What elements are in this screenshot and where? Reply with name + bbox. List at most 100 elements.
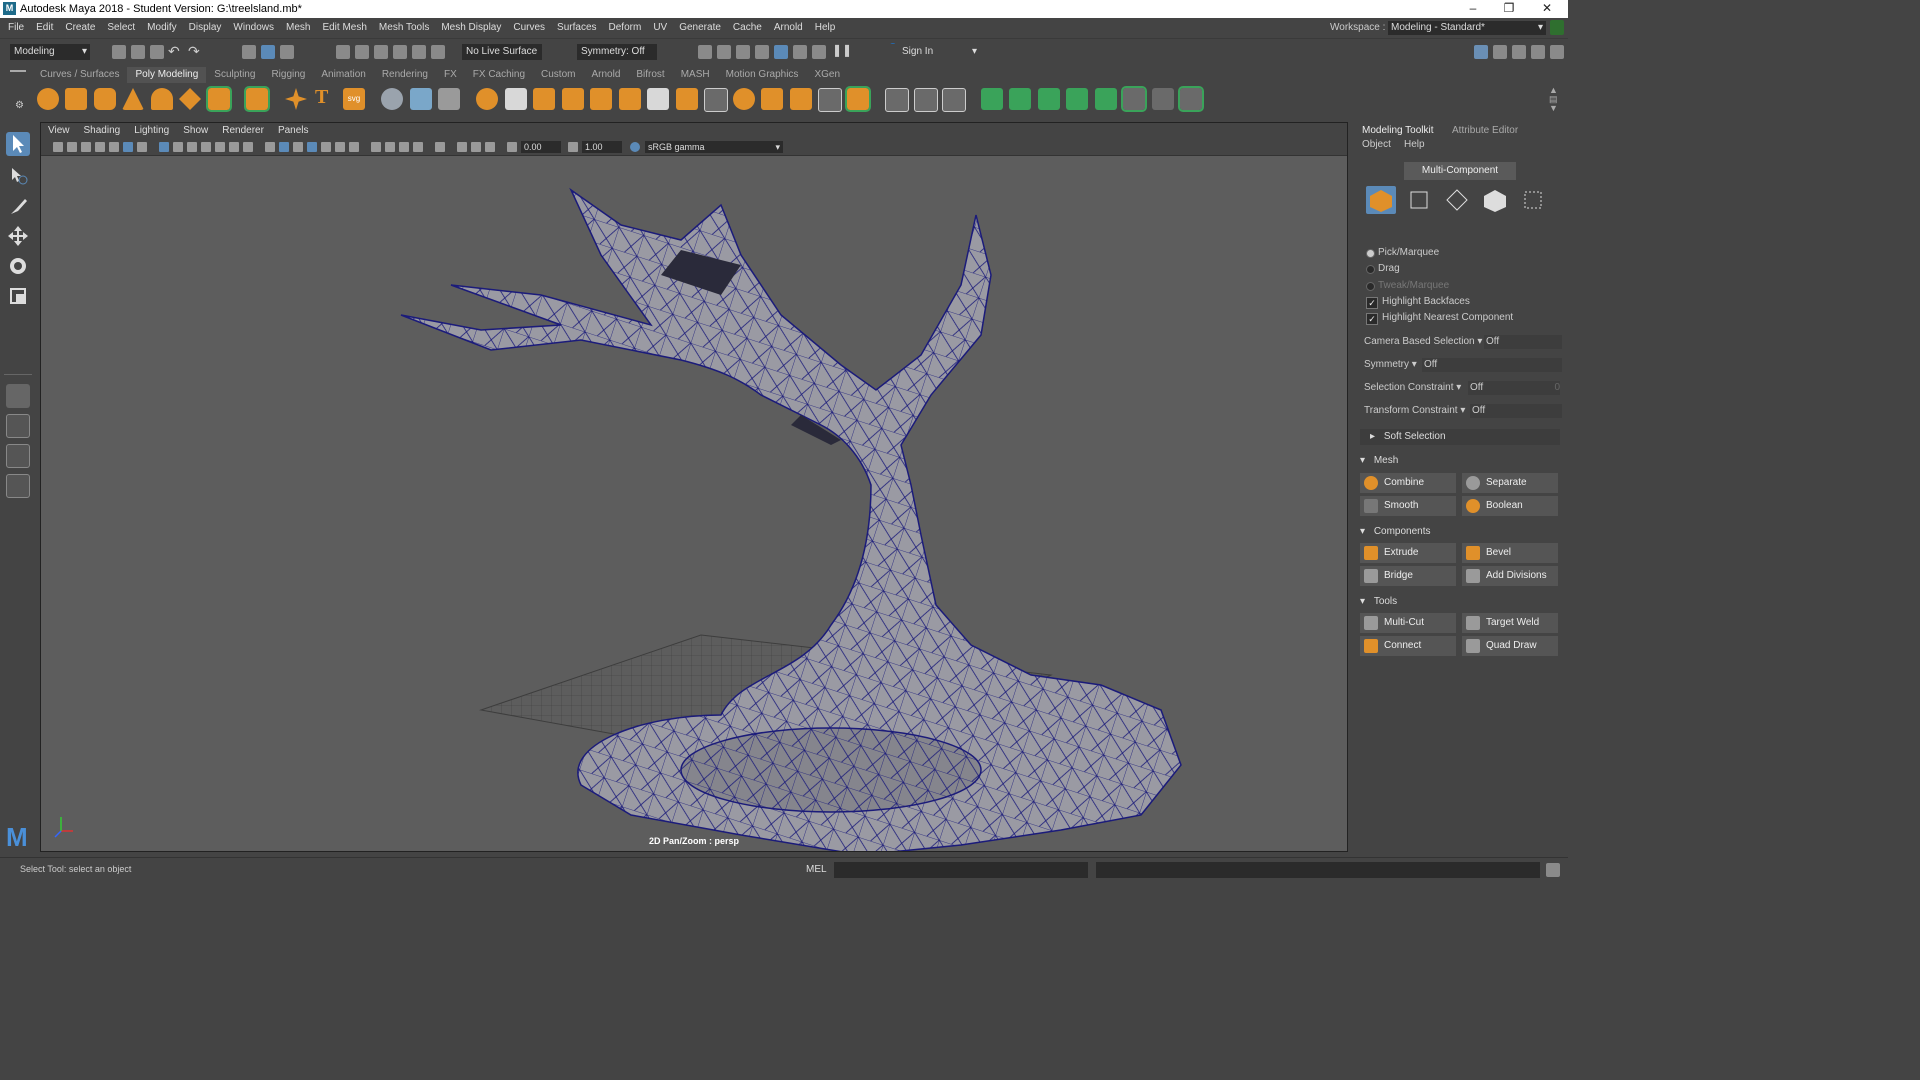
- fill-hole-icon[interactable]: [619, 88, 641, 110]
- viewport-menu-shading[interactable]: Shading: [77, 123, 128, 139]
- exposure-field[interactable]: 0.00: [521, 141, 561, 153]
- pause-icon[interactable]: ❚❚: [832, 43, 852, 57]
- poly-torus-icon[interactable]: [151, 88, 173, 110]
- gate-mask-icon[interactable]: [187, 142, 197, 152]
- camera-based-selection-label[interactable]: Camera Based Selection ▾: [1364, 335, 1482, 349]
- object-mode-icon[interactable]: [1366, 186, 1396, 214]
- viewport-menu-panels[interactable]: Panels: [271, 123, 316, 139]
- resolution-gate-icon[interactable]: [173, 142, 183, 152]
- ipr-render-icon[interactable]: [736, 45, 750, 59]
- selection-constraint-label[interactable]: Selection Constraint ▾: [1364, 381, 1461, 395]
- snap-grid-icon[interactable]: [336, 45, 350, 59]
- wireframe-on-shaded-icon[interactable]: [307, 142, 317, 152]
- target-weld-button[interactable]: Target Weld: [1462, 613, 1558, 633]
- render-frame-icon[interactable]: [717, 45, 731, 59]
- live-surface-field[interactable]: No Live Surface: [462, 44, 542, 60]
- bridge-button[interactable]: Bridge: [1360, 566, 1456, 586]
- select-hierarchy-icon[interactable]: [242, 45, 256, 59]
- viewport[interactable]: View Shading Lighting Show Renderer Panels 0.: [40, 122, 1348, 852]
- minimize-button[interactable]: –: [1458, 0, 1488, 18]
- components-section-header[interactable]: ▾ Components: [1360, 524, 1560, 540]
- tab-mash[interactable]: MASH: [673, 67, 718, 83]
- 2d-pan-zoom-icon[interactable]: [109, 142, 119, 152]
- bookmark-icon[interactable]: [81, 142, 91, 152]
- pick-marquee-radio[interactable]: [1366, 249, 1375, 258]
- combine-shelf-icon[interactable]: [381, 88, 403, 110]
- viewport-menu-show[interactable]: Show: [176, 123, 215, 139]
- mel-label[interactable]: MEL: [806, 864, 827, 875]
- tab-arnold[interactable]: Arnold: [583, 67, 628, 83]
- highlight-backfaces-checkbox[interactable]: ✓: [1366, 297, 1378, 309]
- multi-cut-shelf-icon[interactable]: [704, 88, 728, 112]
- menu-surfaces[interactable]: Surfaces: [551, 18, 602, 38]
- shelf-settings-icon[interactable]: ⚙: [15, 100, 24, 111]
- transform-constraint-value[interactable]: Off: [1470, 404, 1562, 418]
- camera-attributes-icon[interactable]: [67, 142, 77, 152]
- shadows-icon[interactable]: [349, 142, 359, 152]
- rotate-tool-icon[interactable]: [6, 254, 30, 278]
- tools-section-header[interactable]: ▾ Tools: [1360, 594, 1560, 610]
- menu-mesh-display[interactable]: Mesh Display: [435, 18, 507, 38]
- new-scene-icon[interactable]: [112, 45, 126, 59]
- menu-curves[interactable]: Curves: [507, 18, 551, 38]
- snap-surface-icon[interactable]: [412, 45, 426, 59]
- svg-tool-icon[interactable]: svg: [343, 88, 365, 110]
- gamma-field[interactable]: 1.00: [582, 141, 622, 153]
- snap-point-icon[interactable]: [374, 45, 388, 59]
- shelf-scroll-icon[interactable]: ▲ ▤ ▼: [1549, 86, 1558, 113]
- menu-select[interactable]: Select: [101, 18, 141, 38]
- lights-icon[interactable]: [335, 142, 345, 152]
- menu-mesh[interactable]: Mesh: [280, 18, 316, 38]
- grease-pencil-icon[interactable]: [123, 142, 133, 152]
- smooth-button[interactable]: Smooth: [1360, 496, 1456, 516]
- scale-tool-icon[interactable]: [6, 284, 30, 308]
- menu-windows[interactable]: Windows: [227, 18, 280, 38]
- layers-toggle-icon[interactable]: [1550, 45, 1564, 59]
- uv-mode-icon[interactable]: [1518, 186, 1548, 214]
- xray-joints-icon[interactable]: [485, 142, 495, 152]
- tab-rigging[interactable]: Rigging: [263, 67, 313, 83]
- lock-icon[interactable]: [1550, 20, 1564, 35]
- viewport-menu-renderer[interactable]: Renderer: [215, 123, 271, 139]
- menu-modify[interactable]: Modify: [141, 18, 182, 38]
- combine-button[interactable]: Combine: [1360, 473, 1456, 493]
- film-gate-icon[interactable]: [159, 142, 169, 152]
- symmetry-select[interactable]: Symmetry: Off: [577, 44, 657, 60]
- save-scene-icon[interactable]: [150, 45, 164, 59]
- redo-icon[interactable]: ↷: [188, 43, 200, 60]
- smooth-shade-icon[interactable]: [279, 142, 289, 152]
- smooth-shelf-icon[interactable]: [438, 88, 460, 110]
- sign-in-button[interactable]: Sign In ▾: [884, 44, 980, 60]
- command-input[interactable]: [834, 862, 1088, 878]
- tab-modeling-toolkit[interactable]: Modeling Toolkit: [1362, 124, 1434, 138]
- tab-xgen[interactable]: XGen: [806, 67, 848, 83]
- tab-sculpting[interactable]: Sculpting: [206, 67, 263, 83]
- anti-aliasing-icon[interactable]: [399, 142, 409, 152]
- bevel-button[interactable]: Bevel: [1462, 543, 1558, 563]
- poly-cylinder-icon[interactable]: [94, 88, 116, 110]
- render-setup-icon[interactable]: [793, 45, 807, 59]
- extrude-shelf-icon[interactable]: [505, 88, 527, 110]
- type-tool-icon[interactable]: T: [315, 86, 328, 109]
- vertex-mode-icon[interactable]: [1404, 186, 1434, 214]
- camera-based-selection-value[interactable]: Off: [1484, 335, 1562, 349]
- tweak-marquee-radio[interactable]: [1366, 282, 1375, 291]
- isolate-select-icon[interactable]: [435, 142, 445, 152]
- symmetry-value[interactable]: Off: [1422, 358, 1562, 372]
- four-view-icon[interactable]: [6, 414, 30, 438]
- selection-constraint-value[interactable]: Off: [1468, 381, 1530, 395]
- tab-rendering[interactable]: Rendering: [374, 67, 436, 83]
- menu-arnold[interactable]: Arnold: [768, 18, 809, 38]
- transform-constraint-label[interactable]: Transform Constraint ▾: [1364, 404, 1465, 418]
- menu-edit[interactable]: Edit: [30, 18, 59, 38]
- symmetry-label[interactable]: Symmetry ▾: [1364, 358, 1417, 372]
- bridge-shelf-icon[interactable]: [533, 88, 555, 110]
- viewport-menu-lighting[interactable]: Lighting: [127, 123, 176, 139]
- close-button[interactable]: ✕: [1532, 0, 1562, 18]
- render-settings-icon[interactable]: [755, 45, 769, 59]
- soft-selection-section[interactable]: ▸ Soft Selection: [1360, 429, 1560, 445]
- menu-file[interactable]: File: [2, 18, 30, 38]
- insert-edge-loop-icon[interactable]: [885, 88, 909, 112]
- xray-icon[interactable]: [457, 142, 467, 152]
- poly-disc-icon[interactable]: [206, 86, 232, 112]
